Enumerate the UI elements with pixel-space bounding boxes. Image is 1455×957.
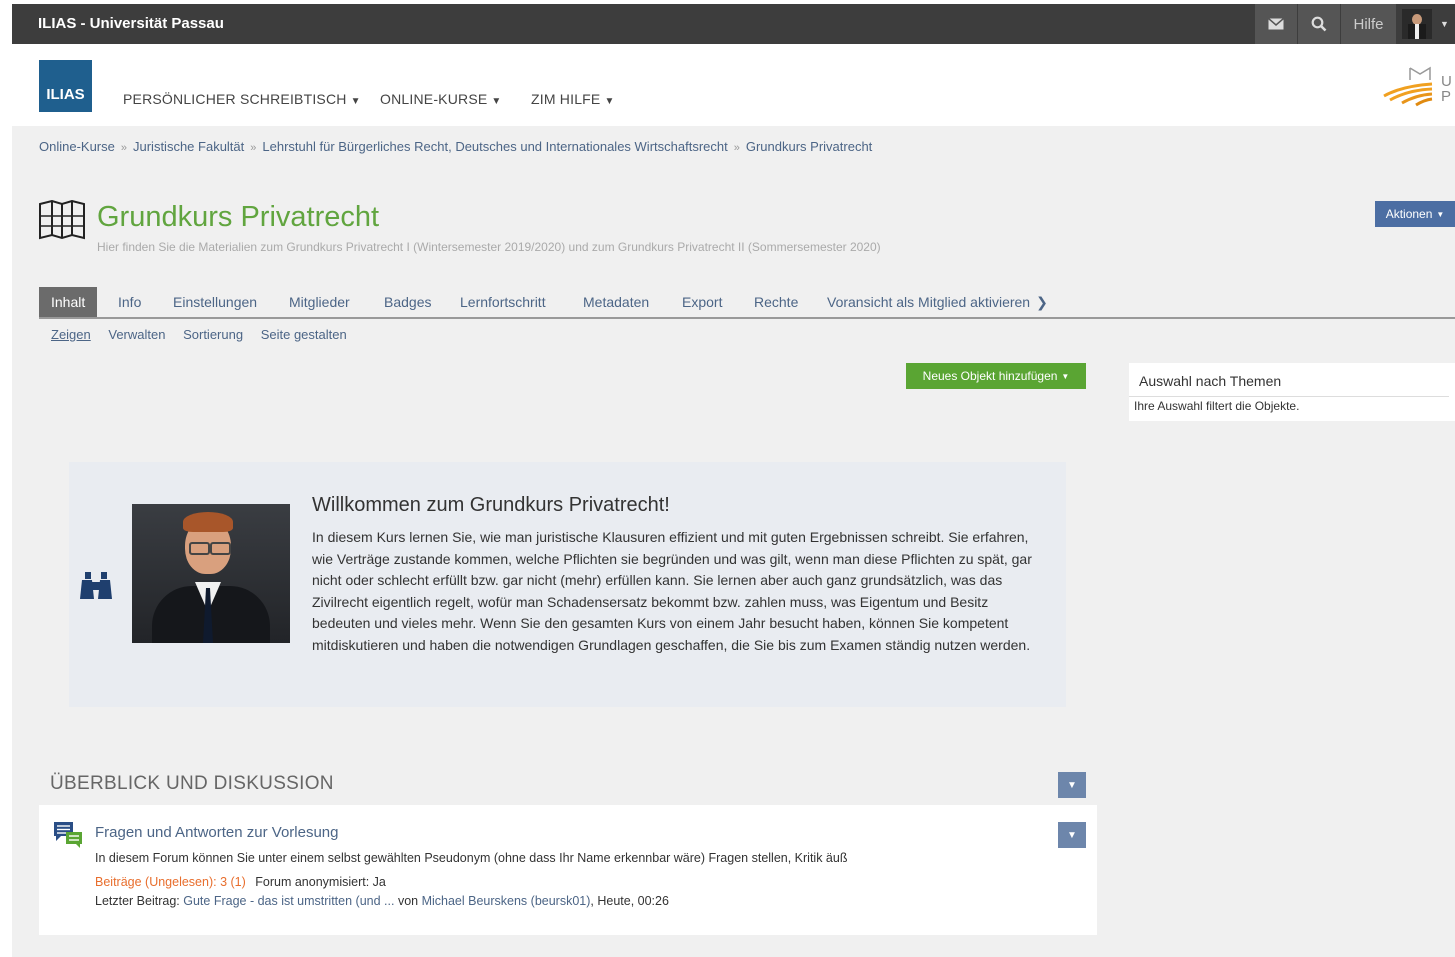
course-description: Hier finden Sie die Materialien zum Grun…	[97, 240, 881, 254]
nav-personal-desktop[interactable]: PERSÖNLICHER SCHREIBTISCH ▼	[123, 91, 361, 107]
tab-export[interactable]: Export	[682, 287, 722, 317]
breadcrumb-item[interactable]: Grundkurs Privatrecht	[746, 139, 872, 154]
tab-lernfortschritt[interactable]: Lernfortschritt	[460, 287, 546, 317]
ilias-logo[interactable]: ILIAS	[39, 60, 92, 112]
nav-zim-help[interactable]: ZIM HILFE ▼	[531, 91, 615, 107]
forum-properties: Beiträge (Ungelesen): 3 (1) Forum anonym…	[95, 875, 386, 889]
mail-button[interactable]	[1255, 4, 1297, 44]
nav-online-courses-label: ONLINE-KURSE	[380, 91, 488, 107]
welcome-block: Willkommen zum Grundkurs Privatrecht! In…	[69, 462, 1066, 707]
subtab-zeigen[interactable]: Zeigen	[51, 327, 91, 342]
search-icon	[1311, 16, 1327, 32]
tab-info[interactable]: Info	[118, 287, 141, 317]
forum-icon	[53, 821, 83, 854]
page-title: Grundkurs Privatrecht	[97, 201, 380, 233]
forum-anonymized: Forum anonymisiert: Ja	[255, 875, 386, 889]
nav-zim-help-label: ZIM HILFE	[531, 91, 601, 107]
ilias-logo-text: ILIAS	[46, 86, 85, 103]
forum-last-post: Letzter Beitrag: Gute Frage - das ist um…	[95, 894, 669, 908]
forum-title-link[interactable]: Fragen und Antworten zur Vorlesung	[95, 824, 339, 841]
last-post-prefix: Letzter Beitrag:	[95, 894, 180, 908]
tab-rechte[interactable]: Rechte	[754, 287, 798, 317]
top-bar: ILIAS - Universität Passau Hilfe ▼	[12, 4, 1455, 44]
chevron-right-icon: ❯	[1036, 294, 1048, 310]
help-button[interactable]: Hilfe	[1341, 4, 1396, 44]
binoculars-icon	[79, 571, 113, 606]
breadcrumb-item[interactable]: Juristische Fakultät	[133, 139, 244, 154]
chevron-down-icon: ▼	[604, 96, 615, 107]
last-post-author-link[interactable]: Michael Beurskens (beursk01)	[422, 894, 591, 908]
course-icon	[38, 199, 86, 245]
tab-bar: Inhalt Info Einstellungen Mitglieder Bad…	[39, 287, 1455, 319]
lecturer-photo	[132, 504, 290, 643]
welcome-text: In diesem Kurs lernen Sie, wie man juris…	[312, 529, 1032, 653]
tab-metadaten[interactable]: Metadaten	[583, 287, 649, 317]
subtab-seite-gestalten[interactable]: Seite gestalten	[261, 327, 347, 342]
main-header: ILIAS PERSÖNLICHER SCHREIBTISCH ▼ ONLINE-…	[12, 44, 1455, 126]
university-logo[interactable]: U P	[1382, 64, 1455, 108]
chevron-down-icon: ▼	[1067, 829, 1077, 841]
forum-posts-count: Beiträge (Ungelesen): 3 (1)	[95, 875, 246, 889]
university-logo-text: U P	[1441, 74, 1452, 104]
topic-filter-panel: Auswahl nach Themen Ihre Auswahl filtert…	[1129, 363, 1455, 421]
forum-description: In diesem Forum können Sie unter einem s…	[95, 851, 848, 865]
tab-preview-as-member[interactable]: Voransicht als Mitglied aktivieren ❯	[827, 287, 1048, 317]
breadcrumb-separator: »	[120, 142, 127, 154]
add-object-button[interactable]: Neues Objekt hinzufügen ▼	[906, 363, 1086, 389]
forum-list-item: Fragen und Antworten zur Vorlesung ▼ In …	[39, 805, 1097, 935]
breadcrumb: Online-Kurse » Juristische Fakultät » Lehrst…	[39, 139, 872, 154]
course-map-icon	[39, 199, 85, 240]
search-button[interactable]	[1298, 4, 1340, 44]
last-post-link[interactable]: Gute Frage - das ist umstritten (und ...	[183, 894, 394, 908]
tab-badges[interactable]: Badges	[384, 287, 431, 317]
last-post-by: von	[397, 894, 419, 908]
topic-filter-text: Ihre Auswahl filtert die Objekte.	[1134, 399, 1300, 413]
breadcrumb-item[interactable]: Lehrstuhl für Bürgerliches Recht, Deutsc…	[262, 139, 727, 154]
chevron-down-icon: ▼	[491, 96, 502, 107]
tab-mitglieder[interactable]: Mitglieder	[289, 287, 350, 317]
chevron-down-icon: ▼	[1067, 779, 1077, 791]
subtab-verwalten[interactable]: Verwalten	[108, 327, 165, 342]
user-menu-button[interactable]: ▼	[1397, 4, 1455, 44]
breadcrumb-item[interactable]: Online-Kurse	[39, 139, 115, 154]
breadcrumb-separator: »	[733, 142, 740, 154]
tab-inhalt[interactable]: Inhalt	[39, 287, 98, 317]
actions-label: Aktionen	[1385, 207, 1433, 221]
topic-filter-title: Auswahl nach Themen	[1139, 373, 1282, 389]
chevron-down-icon: ▼	[350, 96, 361, 107]
breadcrumb-separator: »	[250, 142, 257, 154]
welcome-title: Willkommen zum Grundkurs Privatrecht!	[312, 494, 670, 516]
divider	[1129, 396, 1449, 397]
chevron-down-icon: ▼	[1436, 209, 1445, 219]
tab-einstellungen[interactable]: Einstellungen	[173, 287, 257, 317]
section-actions-button[interactable]: ▼	[1058, 772, 1086, 798]
nav-personal-desktop-label: PERSÖNLICHER SCHREIBTISCH	[123, 91, 347, 107]
avatar	[1402, 9, 1432, 39]
nav-online-courses[interactable]: ONLINE-KURSE ▼	[380, 91, 502, 107]
chevron-down-icon: ▼	[1061, 371, 1070, 381]
content-area: Online-Kurse » Juristische Fakultät » Lehrst…	[12, 126, 1455, 957]
subtab-sortierung[interactable]: Sortierung	[183, 327, 243, 342]
last-post-time: , Heute, 00:26	[590, 894, 669, 908]
installation-title: ILIAS - Universität Passau	[38, 15, 224, 32]
actions-dropdown-button[interactable]: Aktionen ▼	[1375, 201, 1455, 227]
tab-preview-label: Voransicht als Mitglied aktivieren	[827, 294, 1031, 310]
help-label: Hilfe	[1353, 15, 1384, 33]
subtab-bar: Zeigen Verwalten Sortierung Seite gestal…	[51, 327, 361, 342]
forum-actions-button[interactable]: ▼	[1058, 822, 1086, 848]
mail-icon	[1268, 18, 1284, 30]
add-object-label: Neues Objekt hinzufügen	[922, 369, 1058, 383]
section-title: ÜBERBLICK UND DISKUSSION	[50, 773, 334, 794]
chevron-down-icon: ▼	[1440, 19, 1449, 29]
